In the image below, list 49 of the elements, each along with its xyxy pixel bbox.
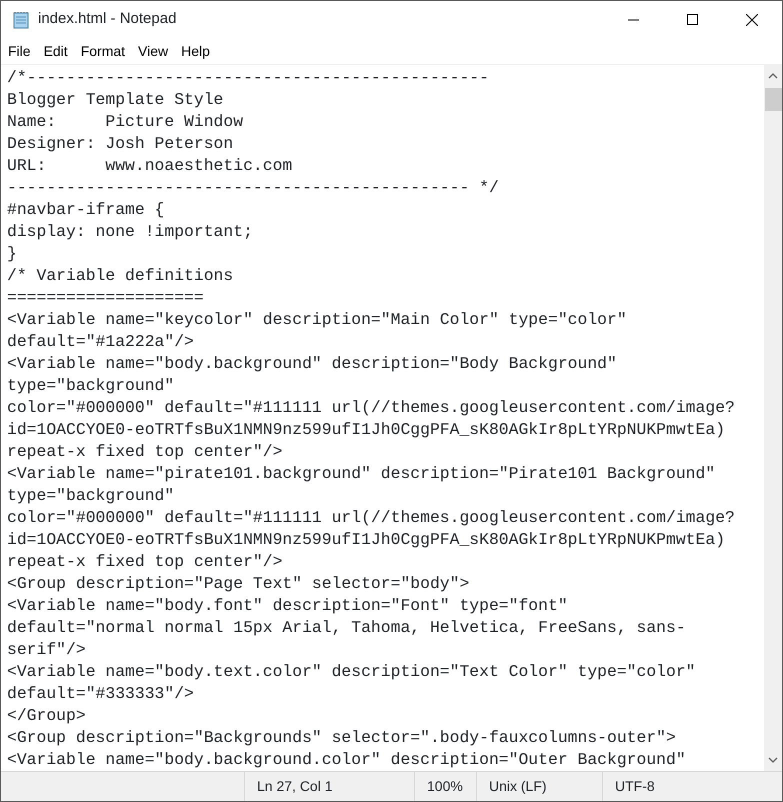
code-line: repeat-x fixed top center"/> (7, 551, 282, 573)
code-line: serif"/> (7, 639, 86, 661)
code-line: Designer: Josh Peterson (7, 133, 234, 155)
code-line: display: none !important; (7, 221, 253, 243)
code-line: id=1OACCYOE0-eoTRTfsBuX1NMN9nz599ufI1Jh0CggPFA_sK80AGkIr8pLtYRpNUKPmwtEa) (7, 419, 726, 441)
scroll-up-icon[interactable] (768, 72, 778, 80)
code-line: #navbar-iframe { (7, 199, 164, 221)
code-line: default="normal normal 15px Arial, Tahoma, Helvetica, FreeSans, sans- (7, 617, 686, 639)
scroll-down-icon[interactable] (768, 756, 778, 764)
vertical-scrollbar[interactable] (764, 65, 782, 771)
code-line: Name: Picture Window (7, 111, 244, 133)
code-line: <Variable name="body.text.color" description="Text Color" type="color" (7, 661, 696, 683)
code-line: ----------------------------------------------- */ (7, 177, 499, 199)
window-title: index.html - Notepad (38, 9, 178, 30)
menu-item[interactable]: Edit (36, 38, 74, 64)
code-line: <Variable name="body.font" description="Font" type="font" (7, 595, 568, 617)
code-line: </Group> (7, 705, 86, 727)
status-text: UTF-8 (615, 777, 655, 796)
menu-item[interactable]: File (1, 38, 37, 64)
code-line: type="background" (7, 375, 174, 397)
code-line: type="background" (7, 485, 174, 507)
code-line: <Variable name="body.background.color" description="Outer Background" (7, 749, 686, 771)
menu-item[interactable]: Help (174, 38, 216, 64)
code-line: <Variable name="pirate101.background" description="Pirate101 Background" (7, 463, 716, 485)
code-line: id=1OACCYOE0-eoTRTfsBuX1NMN9nz599ufI1Jh0CggPFA_sK80AGkIr8pLtYRpNUKPmwtEa) (7, 529, 726, 551)
code-line: ==================== (7, 287, 204, 309)
menu-item[interactable]: View (131, 38, 174, 64)
scrollbar-thumb[interactable] (764, 88, 782, 111)
status-text: Ln 27, Col 1 (257, 777, 332, 796)
code-line: <Variable name="keycolor" description="Main Color" type="color" (7, 309, 627, 331)
menu-item[interactable]: Format (74, 38, 132, 64)
code-line: URL: www.noaesthetic.com (7, 155, 292, 177)
close-icon (746, 14, 758, 26)
code-line: } (7, 243, 17, 265)
status-text: 100% (427, 777, 463, 796)
code-line: /*----------------------------------------------- (7, 67, 489, 89)
code-line: color="#000000" default="#111111 url(//themes.googleusercontent.com/image? (7, 397, 735, 419)
code-line: default="#333333"/> (7, 683, 194, 705)
code-line: /* Variable definitions (7, 265, 234, 287)
code-line: color="#000000" default="#111111 url(//themes.googleusercontent.com/image? (7, 507, 735, 529)
code-line: <Group description="Page Text" selector="body"> (7, 573, 470, 595)
code-line: repeat-x fixed top center"/> (7, 441, 282, 463)
code-line: <Variable name="body.background" description="Body Background" (7, 353, 617, 375)
maximize-icon (687, 14, 699, 26)
status-text: Unix (LF) (489, 777, 547, 796)
code-line: default="#1a222a"/> (7, 331, 194, 353)
code-line: Blogger Template Style (7, 89, 224, 111)
notepad-icon (12, 10, 30, 28)
code-line: <Group description="Backgrounds" selector=".body-fauxcolumns-outer"> (7, 727, 676, 749)
